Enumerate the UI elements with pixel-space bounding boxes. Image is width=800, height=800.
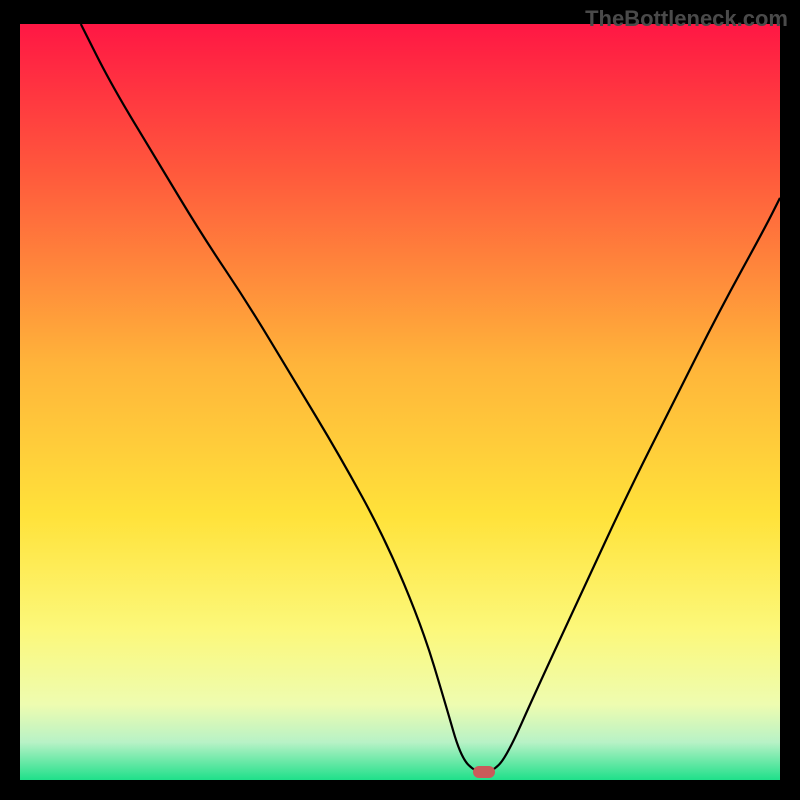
watermark-text: TheBottleneck.com [585,6,788,32]
bottleneck-curve [20,24,780,780]
minimum-marker [473,766,495,778]
chart-area [20,24,780,780]
